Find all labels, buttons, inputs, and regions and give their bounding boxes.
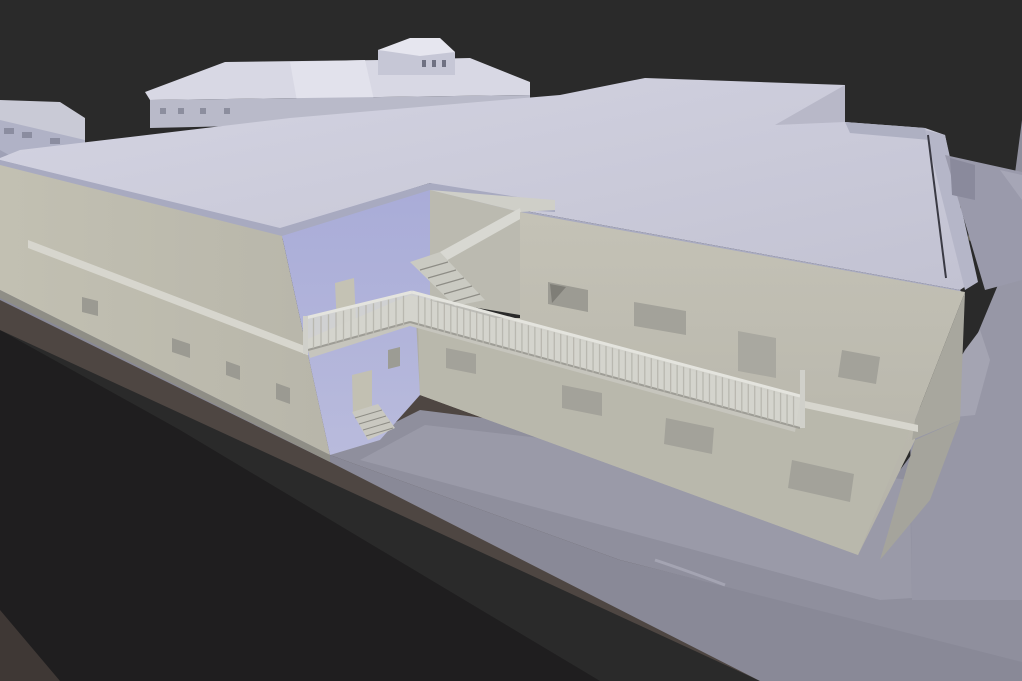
background-window [224, 108, 230, 114]
railing-post [303, 316, 308, 354]
background-window [160, 108, 166, 114]
background-window [178, 108, 184, 114]
background-window [200, 108, 206, 114]
upper-door-right [738, 331, 776, 378]
distant-window [50, 138, 60, 144]
scene-render [0, 0, 1022, 681]
dormer-window [432, 60, 436, 67]
distant-window [22, 132, 32, 138]
viewport[interactable] [0, 0, 1022, 681]
neighbor-vent [950, 158, 975, 200]
dormer-window [442, 60, 446, 67]
distant-window [4, 128, 14, 134]
dormer-window [422, 60, 426, 67]
railing-post [800, 370, 805, 428]
window [388, 347, 400, 369]
